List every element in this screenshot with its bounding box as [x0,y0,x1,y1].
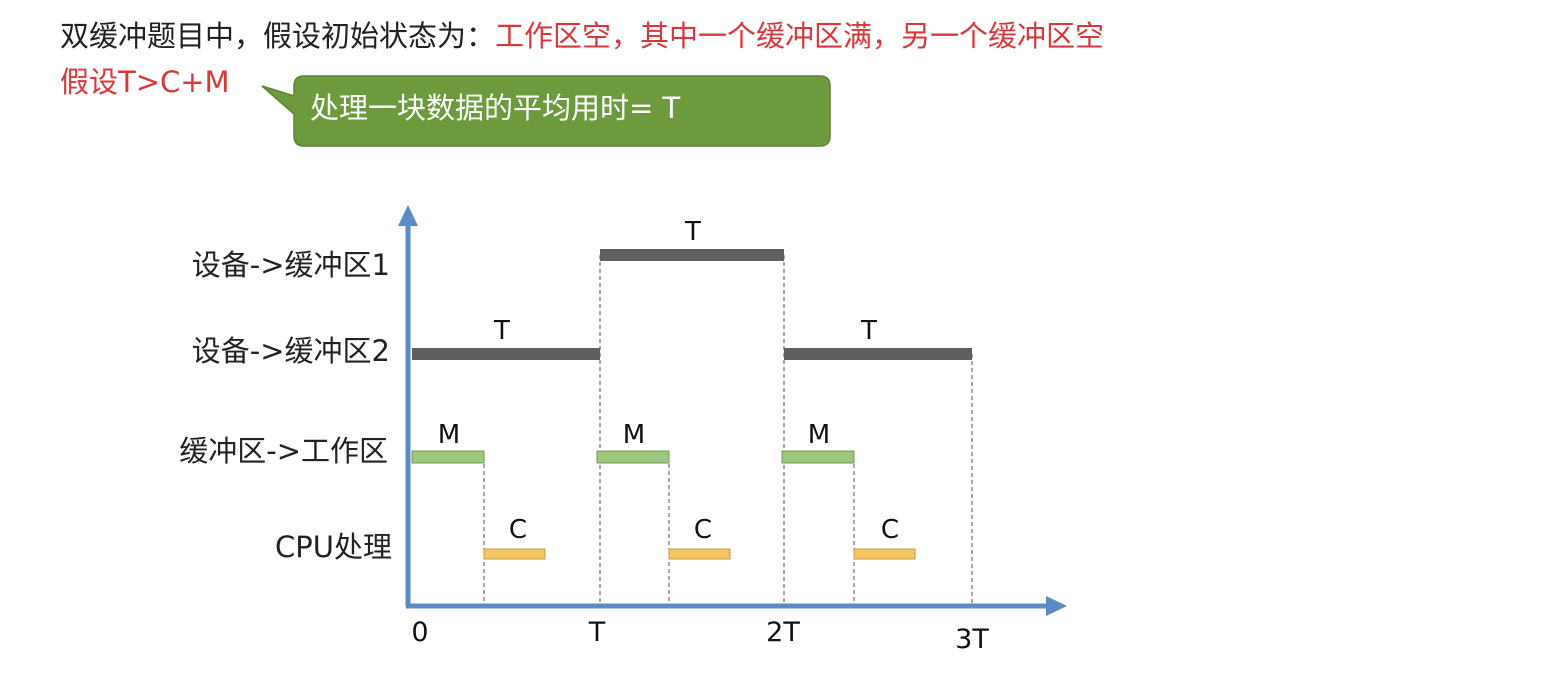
x-tick-t: T [588,617,606,648]
bar-label-m-3: M [808,420,830,450]
bar-buf-work-1 [411,450,485,464]
bar-cpu-2 [668,548,731,560]
bar-cpu-1 [483,548,546,560]
bar-dev-buf1 [600,249,784,261]
bar-cpu-3 [853,548,916,560]
x-tick-0: 0 [411,617,428,648]
bar-buf-work-3 [781,450,855,464]
row-label-cpu: CPU处理 [275,530,392,564]
row-label-buf-work: 缓冲区->工作区 [179,434,388,468]
bar-label-t-buf2-second: T [860,316,877,346]
bar-buf-work-2 [596,450,670,464]
y-axis-arrow-icon [398,205,418,226]
bar-dev-buf2-second [784,348,972,360]
timing-diagram: 设备->缓冲区1 设备->缓冲区2 缓冲区->工作区 CPU处理 T T T M… [179,205,1067,655]
x-tick-2t: 2T [766,617,800,648]
bar-label-m-1: M [438,420,460,450]
bar-label-m-2: M [623,420,645,450]
bar-label-c-2: C [694,515,712,545]
bar-label-c-3: C [881,515,899,545]
row-label-dev-buf2: 设备->缓冲区2 [192,334,390,368]
bar-dev-buf2-first [412,348,600,360]
bar-label-t-buf1: T [684,217,701,247]
x-axis-arrow-icon [1046,596,1067,616]
bar-label-c-1: C [509,515,527,545]
x-tick-3t: 3T [955,624,989,655]
bar-label-t-buf2-first: T [493,316,510,346]
row-label-dev-buf1: 设备->缓冲区1 [192,248,390,282]
